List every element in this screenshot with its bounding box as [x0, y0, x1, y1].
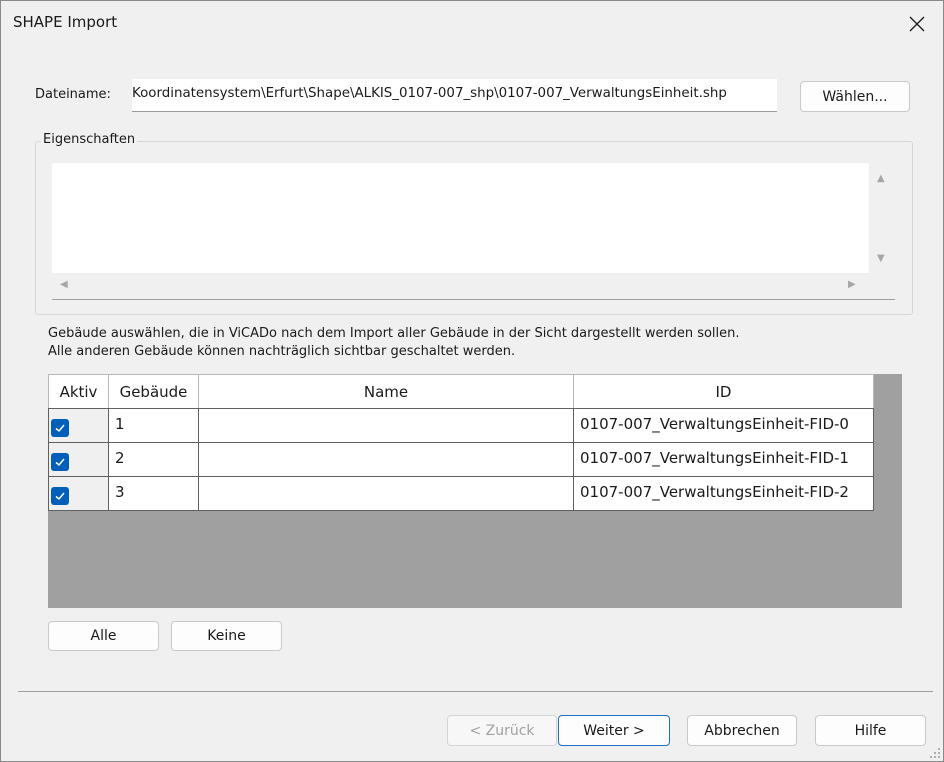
column-header-aktiv[interactable]: Aktiv: [48, 374, 109, 409]
info-line-1: Gebäude auswählen, die in ViCADo nach de…: [48, 326, 740, 341]
close-button[interactable]: [897, 9, 937, 39]
gebaeude-cell[interactable]: 2: [108, 442, 199, 477]
next-button[interactable]: Weiter >: [558, 715, 670, 746]
id-cell[interactable]: 0107-007_VerwaltungsEinheit-FID-1: [573, 442, 874, 477]
resize-grip-icon[interactable]: [929, 747, 941, 759]
table-row: 3 0107-007_VerwaltungsEinheit-FID-2: [48, 476, 874, 511]
buildings-grid: Aktiv Gebäude Name ID 1 0107-007_Verwalt…: [48, 374, 902, 608]
properties-label: Eigenschaften: [41, 132, 138, 147]
filename-label: Dateiname:: [35, 87, 111, 102]
filename-field[interactable]: Koordinatensystem\Erfurt\Shape\ALKIS_010…: [132, 79, 777, 112]
select-all-button[interactable]: Alle: [48, 621, 159, 651]
name-cell[interactable]: [198, 442, 574, 477]
table-row: 2 0107-007_VerwaltungsEinheit-FID-1: [48, 442, 874, 477]
filename-value: Koordinatensystem\Erfurt\Shape\ALKIS_010…: [132, 86, 727, 101]
table-row: 1 0107-007_VerwaltungsEinheit-FID-0: [48, 408, 874, 443]
horizontal-scrollbar[interactable]: ◀ ▶: [52, 273, 869, 300]
column-header-name[interactable]: Name: [198, 374, 574, 409]
name-cell[interactable]: [198, 476, 574, 511]
info-line-2: Alle anderen Gebäude können nachträglich…: [48, 344, 516, 359]
buildings-table: Aktiv Gebäude Name ID 1 0107-007_Verwalt…: [48, 374, 874, 511]
aktiv-checkbox[interactable]: [51, 419, 69, 437]
footer-separator: [18, 691, 933, 692]
browse-button[interactable]: Wählen...: [800, 81, 910, 112]
scroll-right-icon[interactable]: ▶: [848, 279, 856, 290]
column-header-id[interactable]: ID: [573, 374, 874, 409]
shape-import-dialog: SHAPE Import Dateiname: Koordinatensyste…: [0, 0, 944, 762]
id-cell[interactable]: 0107-007_VerwaltungsEinheit-FID-0: [573, 408, 874, 443]
help-button[interactable]: Hilfe: [815, 715, 926, 746]
dialog-title: SHAPE Import: [13, 13, 118, 31]
checkmark-icon: [55, 424, 65, 433]
aktiv-cell[interactable]: [48, 408, 109, 443]
scroll-up-icon[interactable]: ▲: [877, 173, 885, 184]
aktiv-checkbox[interactable]: [51, 487, 69, 505]
scroll-corner: [869, 273, 895, 300]
aktiv-cell[interactable]: [48, 476, 109, 511]
scroll-left-icon[interactable]: ◀: [60, 279, 68, 290]
properties-list[interactable]: ▲ ▼ ◀ ▶: [52, 163, 895, 300]
scroll-down-icon[interactable]: ▼: [877, 253, 885, 264]
back-button[interactable]: < Zurück: [447, 715, 557, 746]
select-none-button[interactable]: Keine: [171, 621, 282, 651]
checkmark-icon: [55, 458, 65, 467]
aktiv-checkbox[interactable]: [51, 453, 69, 471]
column-header-gebaeude[interactable]: Gebäude: [108, 374, 199, 409]
cancel-button[interactable]: Abbrechen: [687, 715, 797, 746]
gebaeude-cell[interactable]: 1: [108, 408, 199, 443]
vertical-scrollbar[interactable]: ▲ ▼: [869, 163, 895, 274]
id-cell[interactable]: 0107-007_VerwaltungsEinheit-FID-2: [573, 476, 874, 511]
gebaeude-cell[interactable]: 3: [108, 476, 199, 511]
name-cell[interactable]: [198, 408, 574, 443]
close-icon: [909, 16, 925, 32]
aktiv-cell[interactable]: [48, 442, 109, 477]
info-text: Gebäude auswählen, die in ViCADo nach de…: [48, 325, 740, 361]
checkmark-icon: [55, 492, 65, 501]
